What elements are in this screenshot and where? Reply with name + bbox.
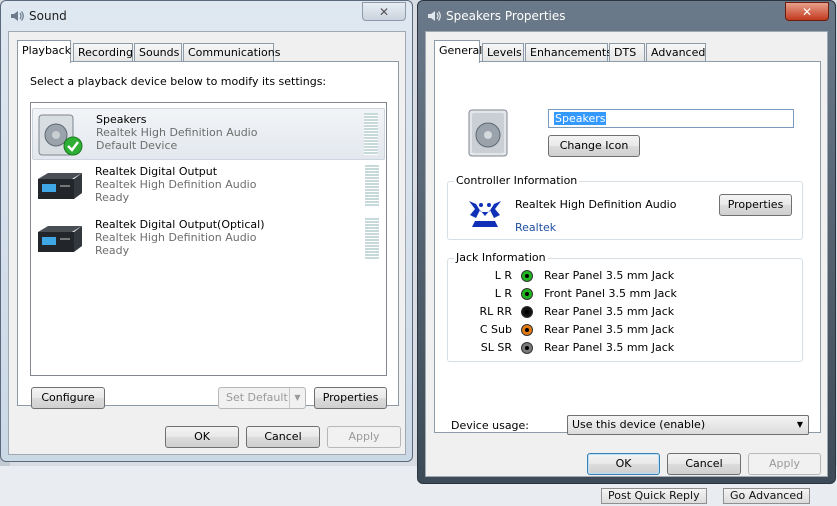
jack-location: Rear Panel 3.5 mm Jack [544, 269, 675, 282]
window-title: Speakers Properties [446, 9, 566, 23]
device-usage-value: Use this device (enable) [572, 418, 706, 431]
jack-location: Rear Panel 3.5 mm Jack [544, 305, 675, 318]
device-usage-select[interactable]: Use this device (enable) ▼ [567, 415, 809, 435]
device-name: Speakers [96, 113, 147, 126]
general-panel: Speakers Change Icon Controller Informat… [434, 61, 821, 435]
device-name: Realtek Digital Output [95, 165, 218, 178]
apply-button[interactable]: Apply [327, 426, 401, 448]
level-meter [364, 113, 378, 155]
ok-button[interactable]: OK [587, 453, 660, 475]
device-digital-output-optical[interactable]: Realtek Digital Output(Optical) Realtek … [32, 214, 385, 266]
chevron-down-icon: ▼ [796, 420, 803, 429]
tab-dts[interactable]: DTS [609, 43, 645, 62]
jack-channel: L R [494, 269, 512, 282]
jack-channel: RL RR [479, 305, 512, 318]
device-digital-output[interactable]: Realtek Digital Output Realtek High Defi… [32, 161, 385, 213]
tab-communications[interactable]: Communications [183, 43, 280, 62]
digital-output-icon [38, 173, 82, 199]
tab-general[interactable]: General [434, 40, 482, 63]
tab-recording[interactable]: Recording [73, 43, 133, 62]
device-name-value: Speakers [554, 112, 607, 125]
device-name: Realtek Digital Output(Optical) [95, 218, 265, 231]
jack-information-title: Jack Information [454, 251, 548, 264]
device-driver: Realtek High Definition Audio [95, 178, 257, 191]
playback-panel: Select a playback device below to modify… [17, 61, 399, 409]
speakers-properties-window: Speakers Properties ✕ General Levels Enh… [417, 0, 836, 484]
jack-information-group: Jack Information L R Rear Panel 3.5 mm J… [447, 251, 803, 362]
digital-output-optical-icon [38, 226, 82, 252]
apply-button[interactable]: Apply [748, 453, 821, 475]
sound-titlebar[interactable]: Sound ✕ [1, 1, 412, 31]
level-meter [365, 218, 379, 260]
device-status: Default Device [96, 139, 178, 152]
speaker-icon [38, 114, 83, 156]
controller-vendor: Realtek [515, 221, 557, 234]
controller-name: Realtek High Definition Audio [515, 198, 677, 211]
level-meter [365, 165, 379, 207]
jack-color-icon [521, 342, 533, 354]
device-status: Ready [95, 244, 130, 257]
ok-button[interactable]: OK [165, 426, 239, 448]
tab-levels[interactable]: Levels [482, 43, 524, 62]
jack-channel: C Sub [479, 323, 512, 336]
close-button[interactable]: ✕ [785, 2, 829, 21]
jack-color-icon [521, 288, 533, 300]
sound-icon [11, 11, 24, 21]
speaker-icon [428, 11, 441, 21]
cancel-button[interactable]: Cancel [246, 426, 320, 448]
device-list: Speakers Realtek High Definition Audio D… [30, 102, 387, 376]
device-status: Ready [95, 191, 130, 204]
properties-client-area: General Levels Enhancements DTS Advanced… [425, 31, 828, 477]
set-default-label: Set Default [226, 391, 288, 404]
realtek-logo-icon [469, 201, 501, 227]
jack-channel: L R [494, 287, 512, 300]
set-default-button[interactable]: Set Default ▼ [218, 387, 306, 409]
configure-button[interactable]: Configure [31, 387, 105, 409]
window-title: Sound [29, 9, 67, 23]
go-advanced-button[interactable]: Go Advanced [723, 488, 811, 504]
properties-titlebar[interactable]: Speakers Properties ✕ [418, 1, 835, 31]
jack-channel: SL SR [480, 341, 512, 354]
controller-properties-button[interactable]: Properties [719, 194, 792, 216]
device-driver: Realtek High Definition Audio [96, 126, 258, 139]
sound-client-area: Playback Recording Sounds Communications… [8, 31, 406, 455]
jack-color-icon [521, 324, 533, 336]
controller-information-title: Controller Information [454, 174, 580, 187]
device-driver: Realtek High Definition Audio [95, 231, 257, 244]
tab-advanced[interactable]: Advanced [646, 43, 706, 62]
chevron-down-icon[interactable]: ▼ [289, 388, 305, 408]
speaker-icon [468, 109, 508, 157]
close-button[interactable]: ✕ [362, 2, 406, 21]
device-name-input[interactable]: Speakers [548, 109, 794, 128]
instruction-text: Select a playback device below to modify… [30, 75, 327, 88]
device-speakers[interactable]: Speakers Realtek High Definition Audio D… [32, 108, 385, 160]
change-icon-button[interactable]: Change Icon [548, 135, 640, 157]
sound-window: Sound ✕ Playback Recording Sounds Commun… [0, 0, 413, 462]
properties-button[interactable]: Properties [314, 387, 387, 409]
cancel-button[interactable]: Cancel [667, 453, 741, 475]
jack-color-icon [521, 270, 533, 282]
tab-playback[interactable]: Playback [17, 40, 71, 63]
jack-location: Rear Panel 3.5 mm Jack [544, 341, 675, 354]
tab-enhancements[interactable]: Enhancements [525, 43, 612, 62]
controller-information-group: Controller Information Realtek High Defi… [447, 174, 803, 240]
device-usage-label: Device usage: [451, 419, 530, 432]
jack-location: Rear Panel 3.5 mm Jack [544, 323, 675, 336]
jack-color-icon [521, 306, 533, 318]
jack-location: Front Panel 3.5 mm Jack [544, 287, 677, 300]
post-quick-reply-button[interactable]: Post Quick Reply [601, 488, 707, 504]
tab-sounds[interactable]: Sounds [134, 43, 182, 62]
